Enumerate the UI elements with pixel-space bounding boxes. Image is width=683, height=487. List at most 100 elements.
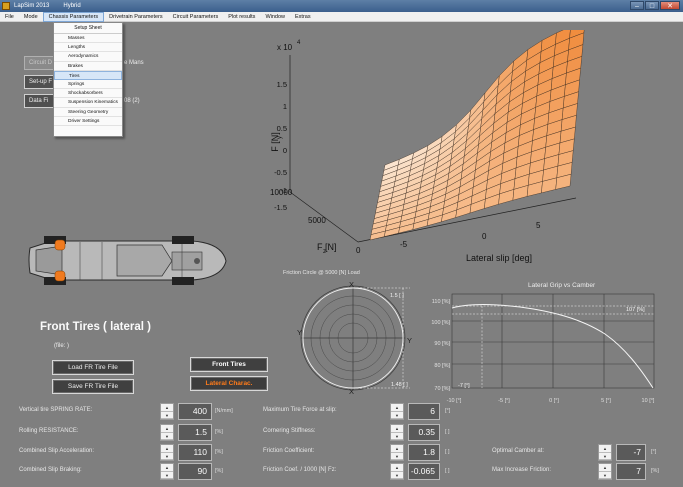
up-arrow-icon[interactable]: ▲	[161, 445, 173, 453]
rolling-resistance-value[interactable]: 1.5	[178, 424, 212, 441]
fc-y-left: Y	[297, 328, 302, 337]
menu-extras[interactable]: Extras	[290, 12, 316, 22]
up-arrow-icon[interactable]: ▲	[161, 425, 173, 433]
max-force-slip-value[interactable]: 6	[408, 403, 440, 420]
friction-coef-fz-value[interactable]: -0.065	[408, 463, 440, 480]
lg-y-tick: 70 [%]	[434, 386, 450, 392]
car-top-view-image	[28, 236, 227, 285]
window-title: LapSim 2013	[14, 3, 50, 9]
menu-item-shockabsorbers[interactable]: Shockabsorbers	[54, 89, 122, 99]
menu-chassis-parameters[interactable]: Chassis Parameters	[42, 11, 105, 22]
menu-item-lengths[interactable]: Lengths	[54, 43, 122, 53]
rolling-resistance-stepper[interactable]: ▲ ▼	[160, 424, 174, 441]
menu-drivetrain-parameters[interactable]: Drivetrain Parameters	[104, 12, 168, 22]
param-unit: [%]	[215, 429, 223, 435]
menu-window[interactable]: Window	[260, 12, 290, 22]
menu-item-suspension-kinematics[interactable]: Suspension Kinematics	[54, 98, 122, 108]
fc-value-top: 1.5 [ ]	[390, 293, 404, 299]
lateral-charac-button[interactable]: Lateral Charac.	[190, 376, 268, 391]
down-arrow-icon[interactable]: ▼	[161, 412, 173, 419]
plot3d-z-label: F [N] y	[270, 132, 283, 152]
menu-item-tires[interactable]: Tires	[54, 70, 122, 80]
menu-item-driver-settings[interactable]: Driver Settings	[54, 117, 122, 126]
slip-braking-stepper[interactable]: ▲ ▼	[160, 463, 174, 480]
spring-rate-value[interactable]: 400	[178, 403, 212, 420]
cornering-stiffness-value[interactable]: 0.35	[408, 424, 440, 441]
optimal-camber-value[interactable]: -7	[616, 444, 646, 461]
menu-item-masses[interactable]: Masses	[54, 34, 122, 44]
z-tick: -0.5	[274, 168, 287, 177]
up-arrow-icon[interactable]: ▲	[161, 464, 173, 472]
up-arrow-icon[interactable]: ▲	[599, 445, 611, 453]
max-force-slip-stepper[interactable]: ▲ ▼	[390, 403, 404, 420]
z-tick: 0	[283, 146, 287, 155]
menu-item-aerodynamics[interactable]: Aerodynamics	[54, 52, 122, 62]
menu-item-steering-geometry[interactable]: Steering Geometry	[54, 108, 122, 117]
max-increase-friction-value[interactable]: 7	[616, 463, 646, 480]
menu-circuit-parameters[interactable]: Circuit Parameters	[168, 12, 224, 22]
load-tire-file-button[interactable]: Load FR Tire File	[52, 360, 134, 375]
max-increase-friction-stepper[interactable]: ▲ ▼	[598, 463, 612, 480]
spring-rate-stepper[interactable]: ▲ ▼	[160, 403, 174, 420]
menu-file[interactable]: File	[0, 12, 19, 22]
menu-item-brakes[interactable]: Brakes	[54, 62, 122, 71]
lg-y-tick: 100 [%]	[431, 320, 450, 326]
close-button[interactable]: ✕	[660, 1, 680, 10]
down-arrow-icon[interactable]: ▼	[599, 453, 611, 460]
slip-acceleration-stepper[interactable]: ▲ ▼	[160, 444, 174, 461]
param-label: Rolling RESISTANCE:	[19, 428, 79, 434]
lg-camber-label: -7 [°]	[458, 383, 470, 389]
z-tick: 1.5	[277, 80, 287, 89]
down-arrow-icon[interactable]: ▼	[391, 412, 403, 419]
param-label: Friction Coef. / 1000 [N] Fz:	[263, 467, 337, 473]
minimize-button[interactable]: –	[630, 1, 644, 10]
slip-braking-value[interactable]: 90	[178, 463, 212, 480]
menu-plot-results[interactable]: Plot results	[223, 12, 260, 22]
down-arrow-icon[interactable]: ▼	[161, 453, 173, 460]
up-arrow-icon[interactable]: ▲	[391, 445, 403, 453]
param-label: Combined Slip Braking:	[19, 467, 82, 473]
param-unit: [%]	[215, 468, 223, 474]
slip-acceleration-value[interactable]: 110	[178, 444, 212, 461]
save-tire-file-button[interactable]: Save FR Tire File	[52, 379, 134, 394]
friction-coefficient-value[interactable]: 1.8	[408, 444, 440, 461]
up-arrow-icon[interactable]: ▲	[391, 425, 403, 433]
param-label: Cornering Stiffness:	[263, 428, 316, 434]
down-arrow-icon[interactable]: ▼	[391, 433, 403, 440]
down-arrow-icon[interactable]: ▼	[391, 472, 403, 479]
up-arrow-icon[interactable]: ▲	[391, 404, 403, 412]
lg-x-ticks: -10 [°] -5 [°] 0 [°] 5 [°] 10 [°]	[447, 398, 655, 404]
front-tires-button[interactable]: Front Tires	[190, 357, 268, 372]
down-arrow-icon[interactable]: ▼	[161, 433, 173, 440]
up-arrow-icon[interactable]: ▲	[599, 464, 611, 472]
optimal-camber-stepper[interactable]: ▲ ▼	[598, 444, 612, 461]
file-label: (file: )	[54, 343, 69, 349]
friction-coefficient-stepper[interactable]: ▲ ▼	[390, 444, 404, 461]
friction-circle-title: Friction Circle @ 5000 [N] Load	[283, 270, 360, 276]
friction-circle-plot: X X Y Y 1.5 [ ] 1.48 [ ]	[297, 280, 412, 396]
menu-item-setup-sheet[interactable]: Setup Sheet	[54, 23, 122, 34]
window-subtitle: Hybrid	[63, 3, 81, 9]
param-label: Combined Slip Acceleration:	[19, 448, 95, 454]
down-arrow-icon[interactable]: ▼	[599, 472, 611, 479]
fc-x-top: X	[349, 280, 354, 289]
tire-force-3d-plot: x 10 4 1.5 1 0.5 0 -0.5 -1 -1.5 F [N] y …	[270, 30, 585, 263]
lg-y-tick: 80 [%]	[434, 363, 450, 369]
menu-mode[interactable]: Mode	[19, 12, 43, 22]
down-arrow-icon[interactable]: ▼	[161, 472, 173, 479]
friction-coef-fz-stepper[interactable]: ▲ ▼	[390, 463, 404, 480]
lg-max-label: 107 [%]	[626, 307, 645, 313]
circuit-name-text: e Mans	[124, 60, 144, 66]
maximize-button[interactable]: □	[645, 1, 659, 10]
slip-tick: 5	[536, 221, 541, 230]
up-arrow-icon[interactable]: ▲	[391, 464, 403, 472]
plot3d-fz-label-sub: z	[323, 249, 326, 255]
down-arrow-icon[interactable]: ▼	[391, 453, 403, 460]
param-unit: [%]	[215, 449, 223, 455]
chassis-parameters-dropdown: Setup Sheet Masses Lengths Aerodynamics …	[53, 22, 123, 137]
data-file-text: 08 (2)	[124, 98, 140, 104]
cornering-stiffness-stepper[interactable]: ▲ ▼	[390, 424, 404, 441]
menu-item-springs[interactable]: Springs	[54, 80, 122, 90]
up-arrow-icon[interactable]: ▲	[161, 404, 173, 412]
slip-tick: -5	[400, 240, 408, 249]
